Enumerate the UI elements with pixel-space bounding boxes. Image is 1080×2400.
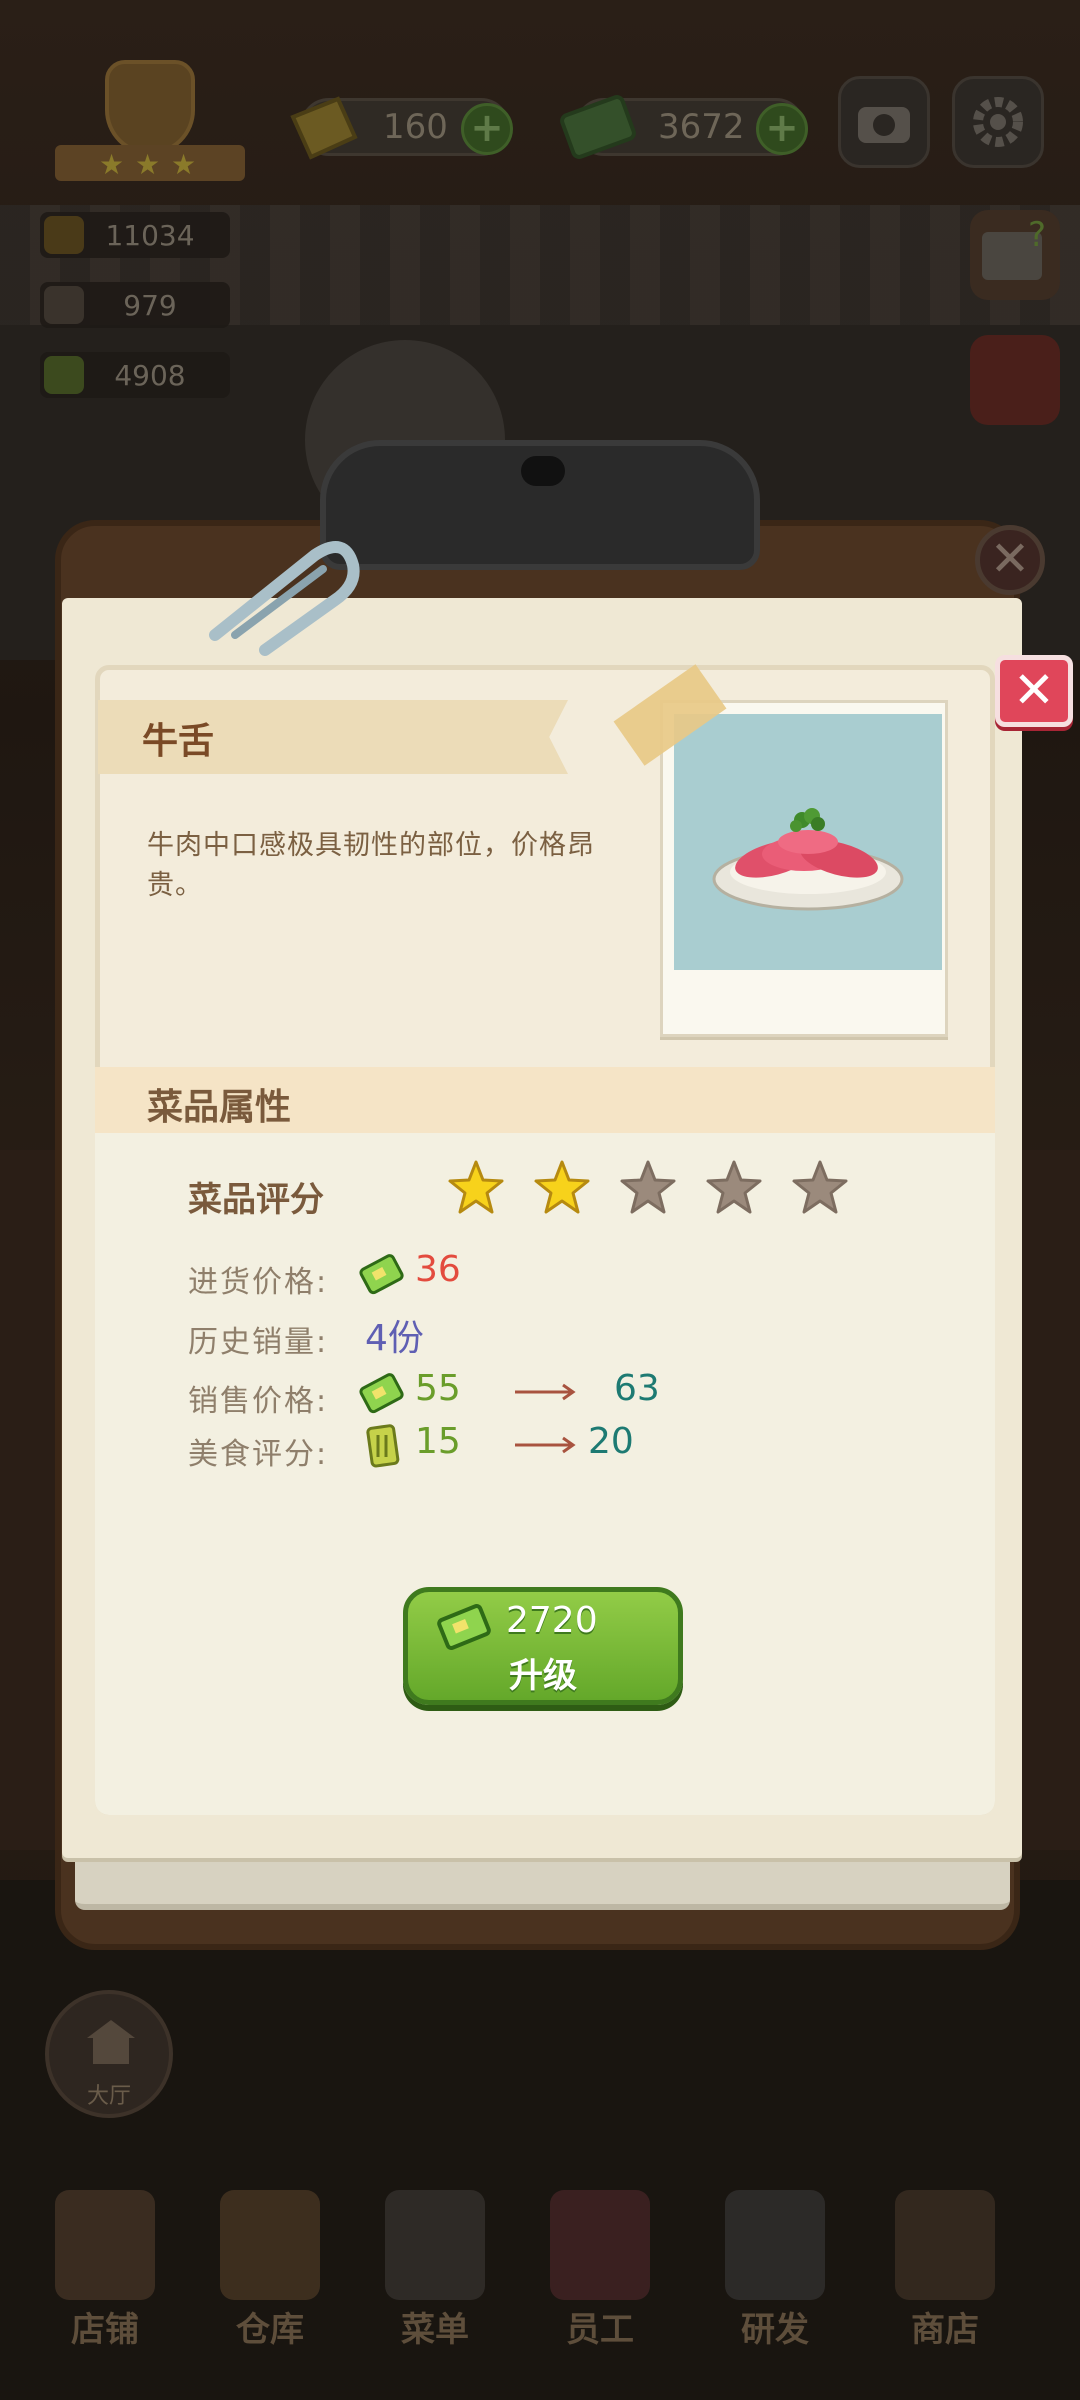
arrow-right-icon — [515, 1383, 576, 1401]
rank-medal-icon[interactable]: ★ ★ ★ — [55, 60, 245, 190]
rating-label: 菜品评分 — [188, 1180, 324, 1220]
shop-icon — [55, 2190, 155, 2300]
clipboard-clip — [320, 440, 760, 570]
game-screen: ★ ★ ★ 160 + 3672 + 11034 979 4908 ? ✕ ✕ … — [0, 0, 1080, 2400]
warehouse-icon — [220, 2190, 320, 2300]
guide-book-button[interactable]: ? — [970, 210, 1060, 300]
chef-icon — [44, 286, 84, 324]
hall-label: 大厅 — [86, 2084, 131, 2109]
attribute-value: 36 — [415, 1249, 461, 1290]
stat-row: 11034 — [40, 212, 230, 258]
attribute-label: 美食评分: — [188, 1437, 329, 1472]
cash-amount: 3672 — [658, 107, 745, 147]
close-button[interactable]: ✕ — [995, 655, 1073, 727]
camera-button[interactable] — [838, 76, 930, 168]
attribute-label: 销售价格: — [188, 1384, 329, 1419]
stat-value: 11034 — [105, 218, 195, 252]
staff-icon — [550, 2190, 650, 2300]
nav-label: 菜单 — [401, 2310, 469, 2350]
nav-shop[interactable]: 店铺 — [25, 2180, 185, 2380]
gear-icon — [973, 97, 1023, 147]
research-icon — [725, 2190, 825, 2300]
arrow-right-icon — [515, 1436, 576, 1454]
diamond-amount: 160 — [383, 107, 448, 147]
star-filled-icon — [448, 1160, 504, 1214]
stat-value: 4908 — [114, 358, 186, 392]
nav-warehouse[interactable]: 仓库 — [190, 2180, 350, 2380]
diamond-icon — [290, 96, 358, 160]
dish-photo-image — [674, 714, 942, 970]
food-coupon-icon — [366, 1424, 400, 1468]
attribute-value: 15 — [415, 1421, 461, 1462]
diamond-counter: 160 + — [290, 96, 513, 160]
add-cash-button[interactable]: + — [756, 103, 808, 155]
nav-menu[interactable]: 菜单 — [355, 2180, 515, 2380]
cash-icon — [359, 1254, 404, 1295]
nav-store[interactable]: 商店 — [865, 2180, 1025, 2380]
star-empty-icon — [620, 1160, 676, 1214]
attributes-title: 菜品属性 — [147, 1087, 292, 1128]
nav-label: 仓库 — [236, 2310, 304, 2350]
guide-book-icon: ? — [982, 215, 1046, 280]
nav-label: 员工 — [566, 2310, 634, 2350]
nav-staff[interactable]: 员工 — [520, 2180, 680, 2380]
dish-description: 牛肉中口感极具韧性的部位，价格昂贵。 — [147, 830, 595, 901]
camera-icon — [858, 107, 910, 143]
upgrade-cost: 2720 — [506, 1600, 598, 1641]
cash-counter: 3672 + — [560, 95, 808, 159]
attribute-next-value: 63 — [614, 1368, 660, 1409]
add-diamond-button[interactable]: + — [461, 103, 513, 155]
nav-label: 商店 — [911, 2310, 979, 2350]
store-icon — [895, 2190, 995, 2300]
dish-photo — [660, 700, 948, 1037]
star-filled-icon — [534, 1160, 590, 1214]
hall-icon — [87, 2020, 135, 2064]
trophy-icon — [44, 216, 84, 254]
nav-label: 店铺 — [71, 2310, 139, 2350]
attribute-label: 进货价格: — [188, 1265, 329, 1300]
hall-button[interactable]: 大厅 — [45, 1990, 173, 2118]
upgrade-label: 升级 — [509, 1656, 577, 1696]
settings-button[interactable] — [952, 76, 1044, 168]
dish-name: 牛舌 — [142, 721, 215, 762]
food-coupon-icon — [44, 356, 84, 394]
nav-research[interactable]: 研发 — [695, 2180, 855, 2380]
cash-icon — [359, 1373, 404, 1414]
board-close-icon: ✕ — [975, 525, 1045, 595]
recipe-book-button[interactable] — [970, 335, 1060, 425]
close-icon: ✕ — [1013, 661, 1055, 719]
star-empty-icon — [792, 1160, 848, 1214]
attribute-next-value: 20 — [588, 1421, 634, 1462]
attribute-value: 55 — [415, 1368, 461, 1409]
cash-icon — [560, 95, 636, 159]
star-empty-icon — [706, 1160, 762, 1214]
paperclip-icon — [209, 541, 360, 656]
attribute-value: 4份 — [365, 1318, 424, 1359]
svg-text:?: ? — [1028, 215, 1046, 255]
stat-row: 979 — [40, 282, 230, 328]
upgrade-button[interactable]: 2720 升级 — [403, 1587, 683, 1705]
menu-icon — [385, 2190, 485, 2300]
cash-icon — [437, 1604, 491, 1650]
stat-value: 979 — [123, 288, 177, 322]
beef-tongue-plate-icon — [712, 808, 904, 911]
attribute-label: 历史销量: — [188, 1325, 329, 1360]
nav-label: 研发 — [741, 2310, 809, 2350]
stat-row: 4908 — [40, 352, 230, 398]
